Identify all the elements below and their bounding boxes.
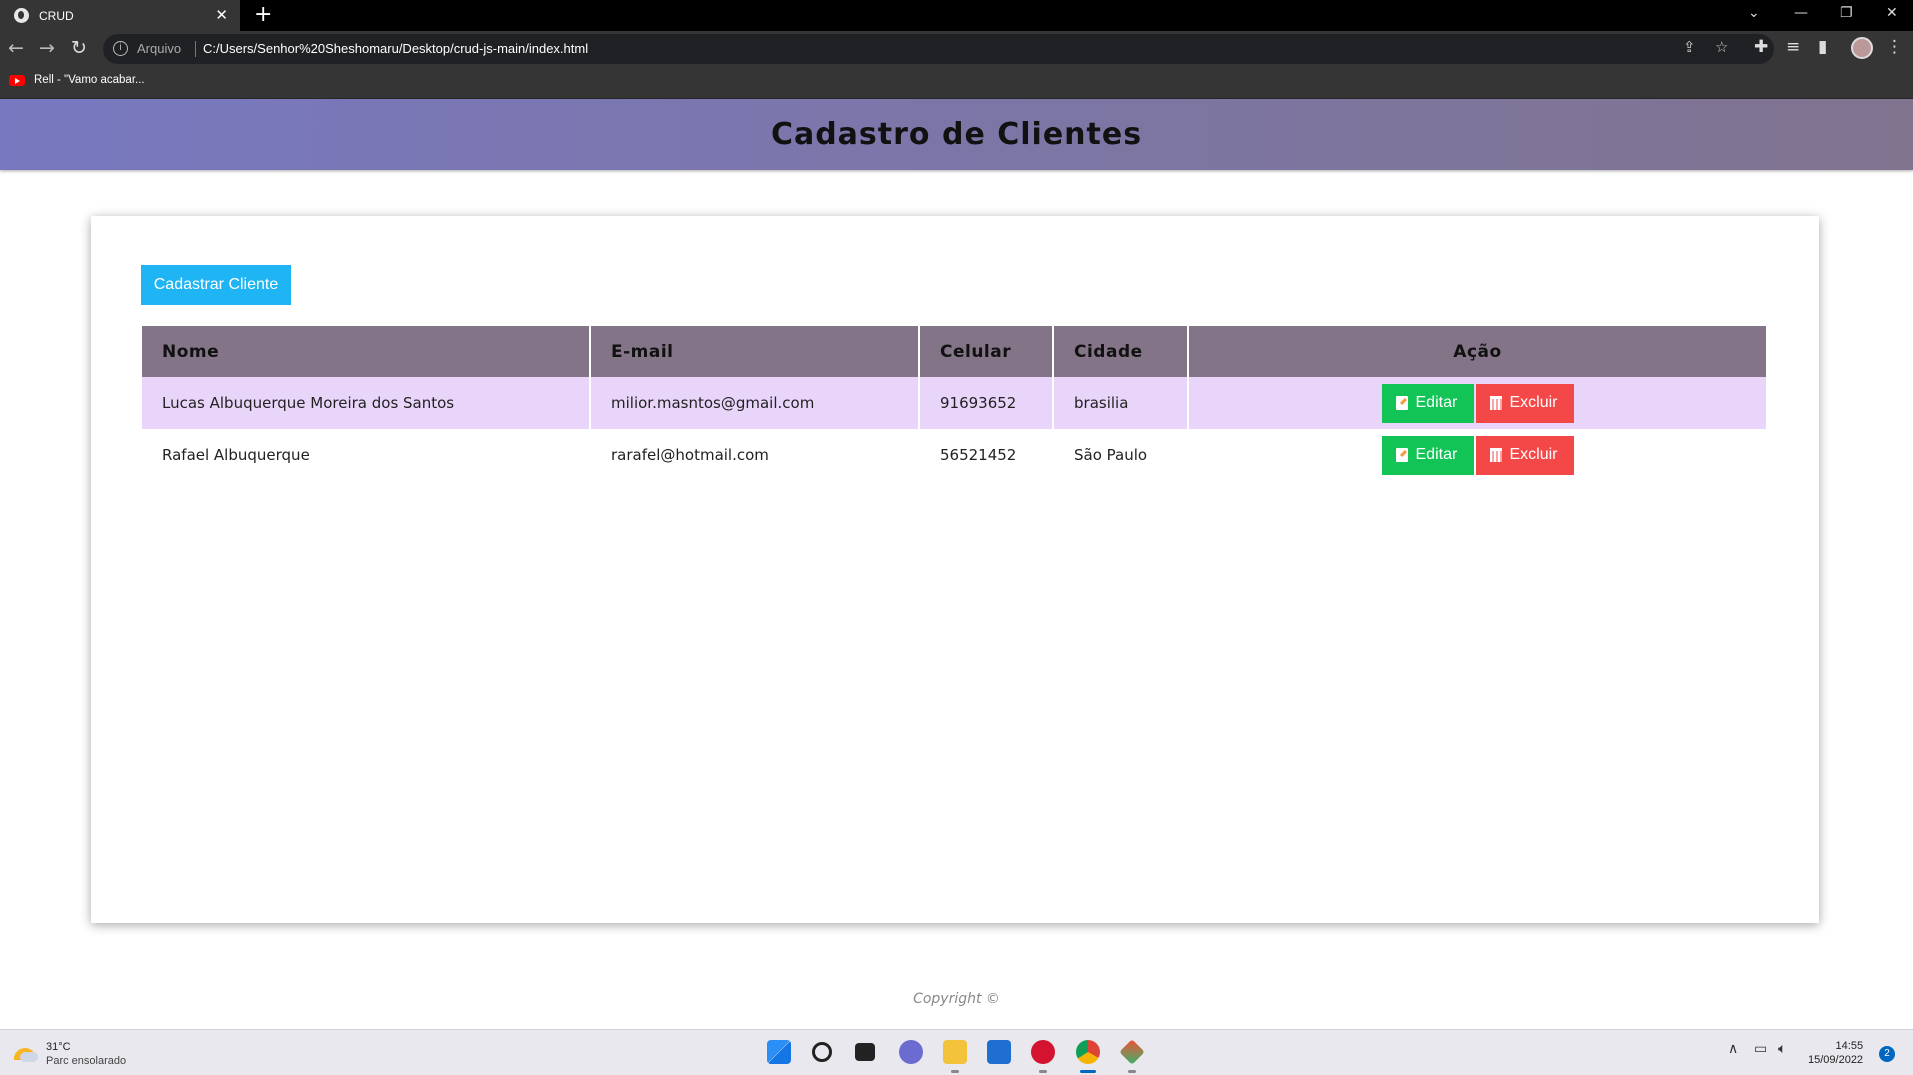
delete-label: Excluir (1509, 394, 1558, 411)
extensions-icon[interactable]: ✚ (1754, 37, 1768, 57)
profile-avatar[interactable] (1851, 37, 1873, 59)
header-email: E-mail (590, 326, 920, 377)
system-clock[interactable]: 14:55 15/09/2022 (1808, 1039, 1863, 1067)
search-icon[interactable] (812, 1042, 832, 1062)
notification-badge[interactable]: 2 (1879, 1046, 1895, 1062)
tab-close-icon[interactable]: ✕ (215, 6, 228, 24)
page-footer: Copyright © (913, 991, 1000, 1007)
tab-title: CRUD (39, 8, 74, 23)
task-view-icon[interactable] (855, 1043, 875, 1061)
web-page: Cadastro de Clientes Cadastrar Cliente N… (0, 99, 1913, 1029)
git-icon[interactable] (1119, 1039, 1145, 1065)
cell-acao: Editar Excluir (1188, 377, 1766, 429)
edit-button[interactable]: Editar (1381, 435, 1474, 475)
content-card: Cadastrar Cliente Nome E-mail Celular Ci… (91, 216, 1819, 923)
running-indicator (1039, 1070, 1047, 1073)
edit-label: Editar (1415, 394, 1458, 411)
cell-nome: Lucas Albuquerque Moreira dos Santos (142, 377, 591, 429)
clients-table: Nome E-mail Celular Cidade Ação Lucas Al… (142, 326, 1766, 481)
trash-icon (1489, 448, 1502, 462)
delete-label: Excluir (1509, 446, 1558, 463)
youtube-icon (9, 74, 25, 86)
running-indicator (1128, 1070, 1136, 1073)
globe-icon (14, 8, 29, 23)
weather-widget[interactable]: 31°C Parc ensolarado (14, 1040, 126, 1068)
page-title: Cadastro de Clientes (770, 117, 1143, 152)
table-row: Lucas Albuquerque Moreira dos Santos mil… (142, 377, 1766, 429)
clock-date: 15/09/2022 (1808, 1054, 1864, 1066)
browser-toolbar: ← → ↻ i Arquivo C:/Users/Senhor%20Shesho… (0, 31, 1913, 67)
start-icon[interactable] (767, 1040, 791, 1064)
store-icon[interactable] (987, 1040, 1011, 1064)
cell-email: rarafel@hotmail.com (590, 429, 920, 481)
header-celular: Celular (919, 326, 1054, 377)
new-tab-button[interactable]: + (254, 2, 272, 27)
teams-chat-icon[interactable] (899, 1040, 923, 1064)
tab-search-icon[interactable]: ⌄ (1748, 5, 1760, 21)
back-icon[interactable]: ← (8, 37, 24, 59)
cell-celular: 91693652 (919, 377, 1054, 429)
header-cidade: Cidade (1053, 326, 1189, 377)
cell-email: milior.masntos@gmail.com (590, 377, 920, 429)
header-acao: Ação (1188, 326, 1766, 377)
tab-crud[interactable]: CRUD ✕ (0, 0, 240, 31)
weather-description: Parc ensolarado (46, 1055, 127, 1067)
volume-icon[interactable]: 🔈︎ (1778, 1041, 1786, 1057)
address-bar[interactable]: i Arquivo C:/Users/Senhor%20Sheshomaru/D… (103, 34, 1774, 64)
url-text[interactable]: C:/Users/Senhor%20Sheshomaru/Desktop/cru… (203, 41, 588, 56)
header-nome: Nome (142, 326, 591, 377)
active-indicator (1080, 1070, 1096, 1073)
side-panel-icon[interactable]: ▮ (1818, 37, 1827, 57)
bookmark-label: Rell - "Vamo acabar... (34, 74, 145, 86)
edit-label: Editar (1415, 446, 1458, 463)
browser-tabstrip: CRUD ✕ + ⌄ — ❐ ✕ (0, 0, 1913, 31)
windows-taskbar: 31°C Parc ensolarado ∧ ▭ 🔈︎ 14:55 15/09/… (0, 1029, 1913, 1075)
bookmark-item[interactable]: Rell - "Vamo acabar... (9, 74, 145, 86)
page-header: Cadastro de Clientes (0, 99, 1913, 170)
edit-icon (1395, 448, 1408, 462)
bookmarks-bar: Rell - "Vamo acabar... (0, 67, 1913, 99)
minimize-icon[interactable]: — (1794, 5, 1808, 21)
bookmark-star-icon[interactable]: ☆ (1715, 38, 1728, 56)
tray-overflow-icon[interactable]: ∧ (1728, 1041, 1738, 1057)
info-icon[interactable]: i (113, 41, 128, 56)
clock-time: 14:55 (1835, 1040, 1864, 1052)
cell-celular: 56521452 (919, 429, 1054, 481)
chrome-icon[interactable] (1076, 1040, 1100, 1064)
delete-button[interactable]: Excluir (1475, 435, 1574, 475)
forward-icon[interactable]: → (39, 37, 55, 59)
add-client-button[interactable]: Cadastrar Cliente (141, 265, 291, 305)
weather-temperature: 31°C (46, 1041, 71, 1053)
partly-sunny-icon (14, 1048, 38, 1062)
restore-icon[interactable]: ❐ (1840, 5, 1853, 21)
share-icon[interactable]: ⇪ (1683, 38, 1696, 56)
network-icon[interactable]: ▭ (1754, 1041, 1767, 1057)
edit-icon (1395, 396, 1408, 410)
cell-cidade: São Paulo (1053, 429, 1189, 481)
reload-icon[interactable]: ↻ (71, 37, 87, 59)
app-red-icon[interactable] (1031, 1040, 1055, 1064)
trash-icon (1489, 396, 1502, 410)
cell-nome: Rafael Albuquerque (142, 429, 591, 481)
table-row: Rafael Albuquerque rarafel@hotmail.com 5… (142, 429, 1766, 481)
close-window-icon[interactable]: ✕ (1886, 5, 1898, 21)
file-explorer-icon[interactable] (943, 1040, 967, 1064)
running-indicator (951, 1070, 959, 1073)
address-scheme-label: Arquivo (137, 41, 182, 56)
media-icon[interactable]: ≡ (1786, 37, 1800, 57)
delete-button[interactable]: Excluir (1475, 383, 1574, 423)
menu-kebab-icon[interactable]: ⋮ (1886, 37, 1903, 57)
table-header-row: Nome E-mail Celular Cidade Ação (142, 326, 1766, 377)
edit-button[interactable]: Editar (1381, 383, 1474, 423)
address-divider (195, 41, 196, 57)
cell-acao: Editar Excluir (1188, 429, 1766, 481)
cell-cidade: brasilia (1053, 377, 1189, 429)
